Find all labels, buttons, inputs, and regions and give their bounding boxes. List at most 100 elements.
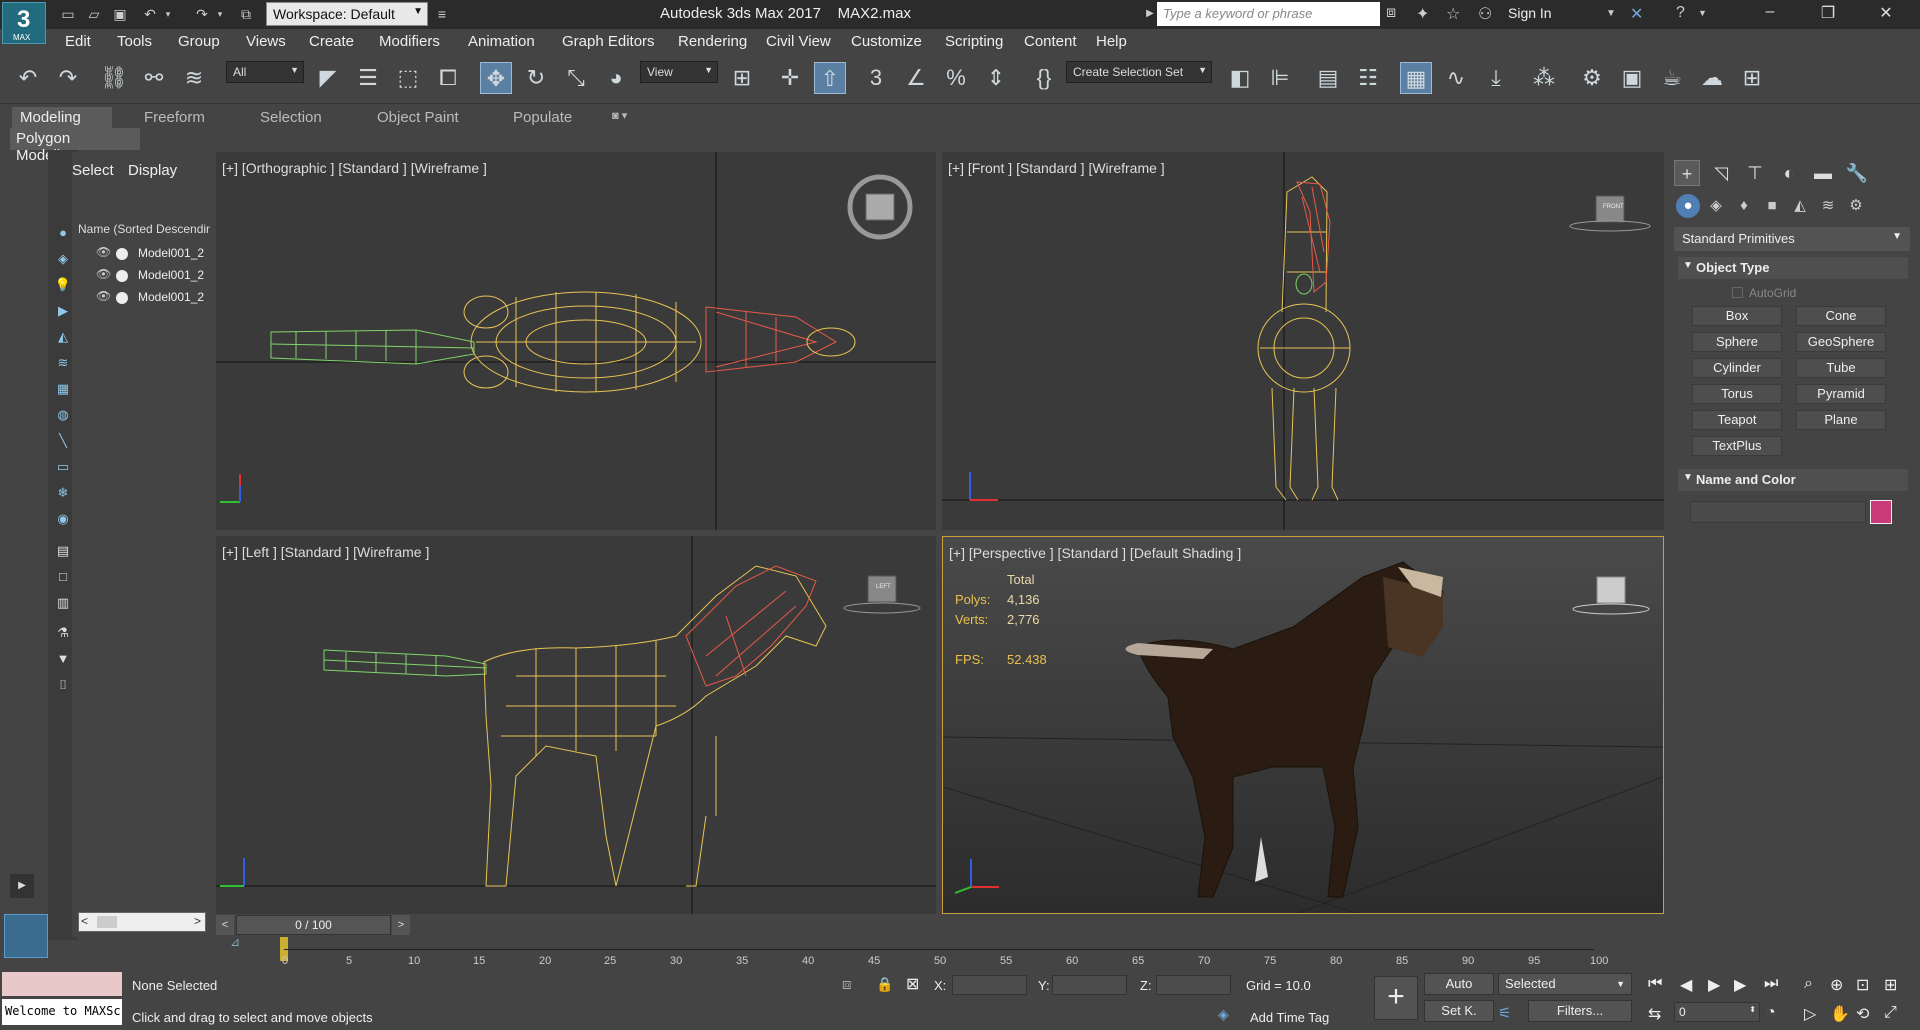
zoom-all-icon[interactable]: ⊕ <box>1830 975 1843 995</box>
menu-help[interactable]: Help <box>1096 33 1127 50</box>
unlink-icon[interactable]: ⚯ <box>138 62 170 94</box>
plane-button[interactable]: Plane <box>1796 410 1886 430</box>
xrefs-filter-icon[interactable]: ◍ <box>54 406 72 424</box>
textplus-button[interactable]: TextPlus <box>1692 436 1782 456</box>
viewcube-left-label[interactable]: LEFT <box>876 584 891 590</box>
exchange-icon[interactable]: ✕ <box>1630 4 1643 24</box>
render-setup-icon[interactable]: ⚙ <box>1576 62 1608 94</box>
new-file-icon[interactable]: ▭ <box>58 4 78 24</box>
open-file-icon[interactable]: ▱ <box>84 4 104 24</box>
key-mode-toggle-icon[interactable]: ⇆ <box>1648 1004 1661 1024</box>
scene-list-header[interactable]: Name (Sorted Descending) <box>78 222 210 240</box>
percent-snap-icon[interactable]: % <box>940 62 972 94</box>
space-warps-category-icon[interactable]: ≋ <box>1816 194 1840 218</box>
geometry-category-icon[interactable]: ● <box>1676 194 1700 218</box>
polygon-modeling-panel[interactable]: Polygon Modeling <box>10 128 140 164</box>
visibility-eye-icon[interactable]: 👁 <box>96 245 111 259</box>
tab-freeform[interactable]: Freeform <box>136 107 213 128</box>
display-all-icon[interactable]: ▤ <box>54 542 72 560</box>
modify-tab-icon[interactable]: ◹ <box>1708 160 1734 186</box>
search-input[interactable]: Type a keyword or phrase <box>1157 2 1380 26</box>
z-coordinate-input[interactable] <box>1156 975 1231 995</box>
object-name-input[interactable] <box>1690 501 1866 523</box>
groups-filter-icon[interactable]: ▦ <box>54 380 72 398</box>
next-frame-icon[interactable]: ▶︎ <box>1734 975 1746 995</box>
menu-create[interactable]: Create <box>309 33 354 50</box>
menu-content[interactable]: Content <box>1024 33 1077 50</box>
previous-frame-icon[interactable]: ◀︎ <box>1680 975 1692 995</box>
curve-editor-icon[interactable]: ∿ <box>1440 62 1472 94</box>
menu-graph-editors[interactable]: Graph Editors <box>562 33 655 50</box>
object-type-rollout[interactable]: ▼ Object Type <box>1678 257 1908 279</box>
cameras-category-icon[interactable]: ■ <box>1760 194 1784 218</box>
frozen-filter-icon[interactable]: ❄ <box>54 484 72 502</box>
cylinder-button[interactable]: Cylinder <box>1692 358 1782 378</box>
key-mode-dropdown[interactable]: Selected ▼ <box>1498 973 1632 995</box>
undo-dropdown-icon[interactable]: ▾ <box>158 4 178 24</box>
snaps-toggle-icon[interactable]: 3 <box>860 62 892 94</box>
undo-icon[interactable]: ↶ <box>140 4 160 24</box>
play-icon[interactable]: ▶ <box>1708 975 1720 995</box>
geosphere-button[interactable]: GeoSphere <box>1796 332 1886 352</box>
named-selection-set-dropdown[interactable]: Create Selection Set ▼ <box>1066 61 1212 83</box>
zoom-extents-icon[interactable]: ⊡ <box>1856 975 1869 995</box>
menu-tools[interactable]: Tools <box>117 33 152 50</box>
teapot-button[interactable]: Teapot <box>1692 410 1782 430</box>
mirror-icon[interactable]: ◧ <box>1224 62 1256 94</box>
viewport-label[interactable]: [+] [Orthographic ] [Standard ] [Wirefra… <box>222 160 487 176</box>
zoom-extents-all-icon[interactable]: ⊞ <box>1884 975 1897 995</box>
bind-space-warp-icon[interactable]: ≋ <box>178 62 210 94</box>
space-warps-filter-icon[interactable]: ≋ <box>54 354 72 372</box>
maxscript-listener-input[interactable] <box>2 972 122 996</box>
primitive-type-dropdown[interactable]: Standard Primitives ▼ <box>1674 227 1910 251</box>
help-dropdown-icon[interactable]: ▼ <box>1698 8 1707 18</box>
menu-animation[interactable]: Animation <box>468 33 535 50</box>
help-icon[interactable]: ? <box>1676 4 1685 22</box>
viewport-label[interactable]: [+] [Perspective ] [Standard ] [Default … <box>949 545 1241 561</box>
redo-icon[interactable]: ↷ <box>52 62 84 94</box>
select-manipulate-icon[interactable]: ✛ <box>774 62 806 94</box>
app-logo[interactable]: 3 MAX <box>2 2 46 44</box>
ribbon-options-icon[interactable]: ◙ ▾ <box>604 107 635 128</box>
maxscript-output[interactable]: Welcome to MAXScript. <box>2 999 122 1025</box>
hierarchy-tab-icon[interactable]: ⊤ <box>1742 160 1768 186</box>
field-of-view-icon[interactable]: ▷ <box>1804 1004 1816 1024</box>
torus-button[interactable]: Torus <box>1692 384 1782 404</box>
helpers-filter-icon[interactable]: ◭ <box>54 328 72 346</box>
menu-customize[interactable]: Customize <box>851 33 922 50</box>
selection-lock-icon[interactable]: 🔒 <box>876 976 893 993</box>
binoculars-icon[interactable]: ⧈ <box>1386 4 1396 22</box>
favorites-star-icon[interactable]: ☆ <box>1446 4 1460 24</box>
utilities-tab-icon[interactable]: 🔧 <box>1844 160 1870 186</box>
shapes-filter-icon[interactable]: ◈ <box>54 250 72 268</box>
time-configuration-icon[interactable]: ◔ <box>1766 1004 1776 1022</box>
tab-display[interactable]: Display <box>128 162 177 179</box>
select-by-name-icon[interactable]: ☰ <box>352 62 384 94</box>
chevron-down-icon[interactable]: ▼ <box>1606 8 1616 19</box>
create-tab-icon[interactable]: + <box>1674 160 1700 186</box>
select-object-icon[interactable]: ◤ <box>312 62 344 94</box>
menu-modifiers[interactable]: Modifiers <box>379 33 440 50</box>
minimize-button[interactable]: – <box>1752 3 1788 25</box>
tab-object-paint[interactable]: Object Paint <box>369 107 467 128</box>
viewport-layout-icon[interactable] <box>4 914 48 958</box>
selection-filter-dropdown[interactable]: All ▼ <box>226 61 304 83</box>
select-and-move-icon[interactable]: ✥ <box>480 62 512 94</box>
link-icon[interactable]: ⛓ <box>98 62 130 94</box>
schematic-view-icon[interactable]: ⤓ <box>1480 62 1512 94</box>
filters-button[interactable]: Filters... <box>1528 1000 1632 1022</box>
chevron-right-icon[interactable]: > <box>194 914 201 928</box>
display-none-icon[interactable]: □ <box>54 568 72 586</box>
tab-modeling[interactable]: Modeling <box>12 107 112 128</box>
pyramid-button[interactable]: Pyramid <box>1796 384 1886 404</box>
viewcube-front-label[interactable]: FRONT <box>1603 204 1624 210</box>
a360-gallery-icon[interactable]: ⊞ <box>1736 62 1768 94</box>
go-to-end-icon[interactable]: ⏭ <box>1764 975 1778 993</box>
pivot-point-icon[interactable]: ⊞ <box>726 62 758 94</box>
time-slider-prev-button[interactable]: < <box>216 915 234 935</box>
x-coordinate-input[interactable] <box>952 975 1027 995</box>
viewport-left[interactable]: [+] [Left ] [Standard ] [Wireframe ] LEF… <box>216 536 936 914</box>
pan-view-icon[interactable]: ✋ <box>1830 1004 1850 1024</box>
menu-group[interactable]: Group <box>178 33 220 50</box>
curve-editor-mini-icon[interactable]: ⊿ <box>230 935 240 949</box>
